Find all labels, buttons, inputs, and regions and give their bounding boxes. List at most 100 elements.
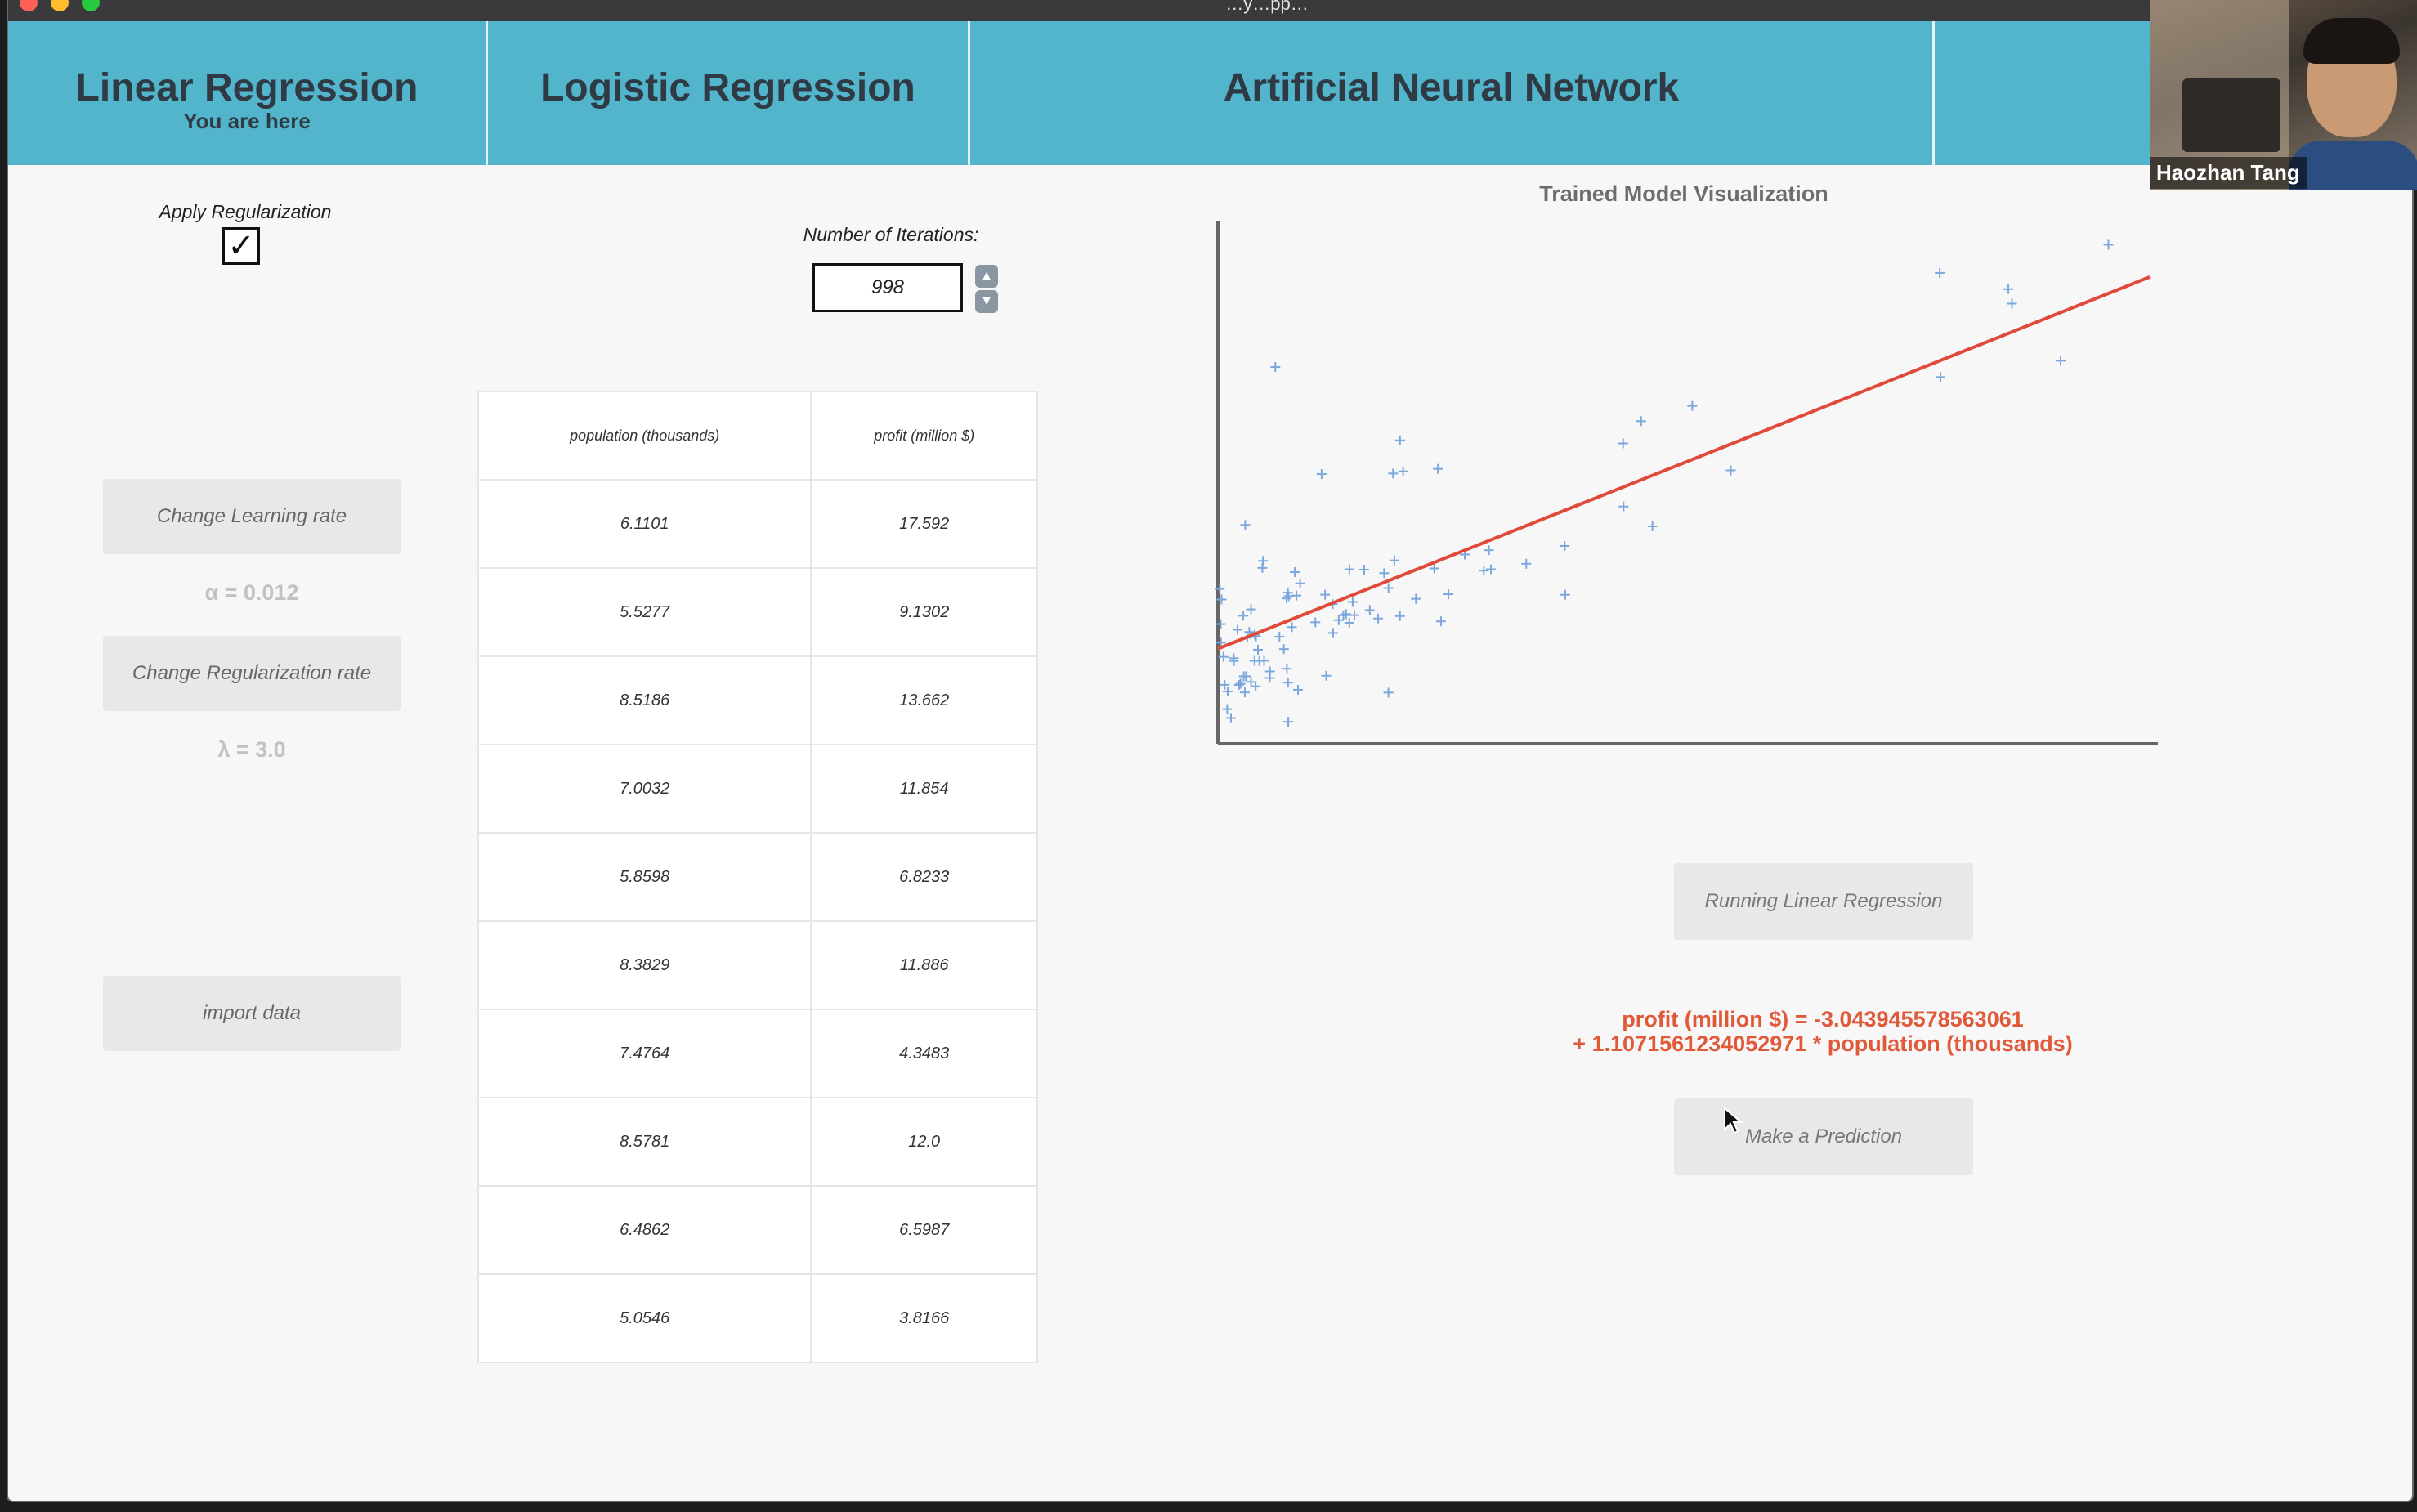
- data-point: [1618, 501, 1629, 512]
- data-point: [1687, 400, 1698, 411]
- cell-profit: 12.0: [810, 1097, 1038, 1187]
- column-header-profit: profit (million $): [810, 391, 1038, 481]
- iterations-input[interactable]: [812, 263, 963, 312]
- data-point: [1394, 435, 1405, 445]
- data-point: [1379, 568, 1390, 579]
- minimize-window-button[interactable]: [51, 0, 69, 11]
- regularization-label: Apply Regularization: [159, 201, 332, 222]
- table-row: 7.4764 4.3483: [477, 1009, 1038, 1098]
- data-point: [1647, 521, 1658, 531]
- model-equation: profit (million $) = -3.043945578563061 …: [1479, 1007, 2166, 1056]
- data-point: [1249, 655, 1260, 666]
- table-row: 5.0546 3.8166: [477, 1273, 1038, 1363]
- table-header-row: population (thousands) profit (million $…: [477, 391, 1038, 481]
- data-point: [1321, 670, 1332, 681]
- data-point: [1270, 362, 1281, 373]
- data-point: [1253, 644, 1264, 655]
- decrement-arrow-icon[interactable]: ▼: [975, 290, 998, 313]
- tab-neural-network[interactable]: Artificial Neural Network: [970, 21, 1935, 165]
- data-point: [1264, 673, 1275, 683]
- zoom-window-button[interactable]: [82, 0, 100, 11]
- tab-label: Linear Regression: [75, 66, 418, 110]
- data-point: [1246, 677, 1256, 687]
- cell-population: 7.4764: [477, 1009, 812, 1098]
- data-point: [1725, 465, 1736, 476]
- data-point: [1388, 468, 1399, 479]
- cell-population: 5.0546: [477, 1273, 812, 1363]
- webcam-hair: [2303, 18, 2400, 64]
- data-point: [1281, 593, 1291, 604]
- data-point: [1344, 617, 1354, 628]
- chart-title: Trained Model Visualization: [1539, 181, 1828, 206]
- checkmark-icon: ✓: [227, 228, 255, 264]
- data-point: [1484, 545, 1494, 556]
- increment-arrow-icon[interactable]: ▲: [975, 265, 998, 288]
- data-point: [1282, 678, 1293, 688]
- data-point: [1349, 610, 1359, 620]
- data-point: [1251, 681, 1261, 691]
- data-point: [1282, 664, 1292, 674]
- data-point: [1291, 590, 1302, 601]
- equation-line-2: + 1.1071561234052971 * population (thous…: [1573, 1031, 2073, 1056]
- data-point: [1373, 613, 1384, 624]
- alpha-value: α = 0.012: [204, 580, 299, 605]
- data-point: [1290, 567, 1300, 578]
- regularization-checkbox[interactable]: ✓: [222, 227, 260, 265]
- data-point: [1435, 616, 1446, 627]
- data-point: [1310, 617, 1321, 628]
- data-point: [1293, 684, 1304, 695]
- table-row: 6.4862 6.5987: [477, 1185, 1038, 1275]
- data-point: [1521, 558, 1532, 569]
- data-point: [1233, 624, 1243, 635]
- window-title: …y…pp…: [1225, 0, 1309, 14]
- close-window-button[interactable]: [20, 0, 38, 11]
- column-header-population: population (thousands): [477, 391, 812, 481]
- data-point: [1258, 556, 1269, 566]
- data-point: [1218, 651, 1229, 662]
- import-data-button[interactable]: import data: [103, 976, 401, 1051]
- data-point: [1618, 438, 1628, 449]
- data-point: [1443, 589, 1454, 600]
- data-point: [1389, 555, 1399, 566]
- data-point: [1246, 604, 1256, 615]
- tab-label: Artificial Neural Network: [1223, 66, 1680, 110]
- cell-profit: 9.1302: [810, 567, 1038, 657]
- data-table: population (thousands) profit (million $…: [477, 391, 1038, 1363]
- cell-population: 8.3829: [477, 920, 812, 1010]
- data-point: [1333, 615, 1344, 625]
- table-row: 7.0032 11.854: [477, 744, 1038, 834]
- make-prediction-button[interactable]: Make a Prediction: [1674, 1098, 1973, 1175]
- data-point: [1479, 566, 1489, 576]
- lambda-value: λ = 3.0: [217, 737, 286, 762]
- data-point: [1327, 628, 1338, 638]
- cell-population: 6.4862: [477, 1185, 812, 1275]
- data-point: [1935, 267, 1945, 278]
- top-nav: Linear Regression You are here Logistic …: [8, 21, 2412, 165]
- webcam-shirt: [2289, 141, 2417, 190]
- iterations-stepper: ▲ ▼: [975, 265, 1000, 314]
- app-window: …y…pp… Linear Regression You are here Lo…: [7, 0, 2414, 1502]
- data-point: [1358, 564, 1369, 575]
- change-regularization-rate-button[interactable]: Change Regularization rate: [103, 636, 401, 711]
- data-point: [1222, 704, 1233, 714]
- data-point: [1274, 632, 1285, 642]
- tab-linear-regression[interactable]: Linear Regression You are here: [8, 21, 488, 165]
- table-row: 8.3829 11.886: [477, 920, 1038, 1010]
- cell-profit: 13.662: [810, 655, 1038, 745]
- data-point: [1364, 605, 1375, 615]
- data-point: [1320, 589, 1331, 600]
- cell-profit: 6.8233: [810, 832, 1038, 922]
- cell-profit: 6.5987: [810, 1185, 1038, 1275]
- data-point: [1239, 687, 1250, 698]
- change-learning-rate-button[interactable]: Change Learning rate: [103, 479, 401, 554]
- tab-logistic-regression[interactable]: Logistic Regression: [488, 21, 970, 165]
- data-point: [2007, 298, 2017, 309]
- cell-profit: 11.886: [810, 920, 1038, 1010]
- run-regression-button[interactable]: Running Linear Regression: [1674, 863, 1973, 940]
- data-point: [1240, 520, 1251, 530]
- table-row: 5.8598 6.8233: [477, 832, 1038, 922]
- cell-population: 5.5277: [477, 567, 812, 657]
- table-row: 5.5277 9.1302: [477, 567, 1038, 657]
- data-point: [1936, 372, 1946, 382]
- title-bar: …y…pp…: [8, 0, 2412, 22]
